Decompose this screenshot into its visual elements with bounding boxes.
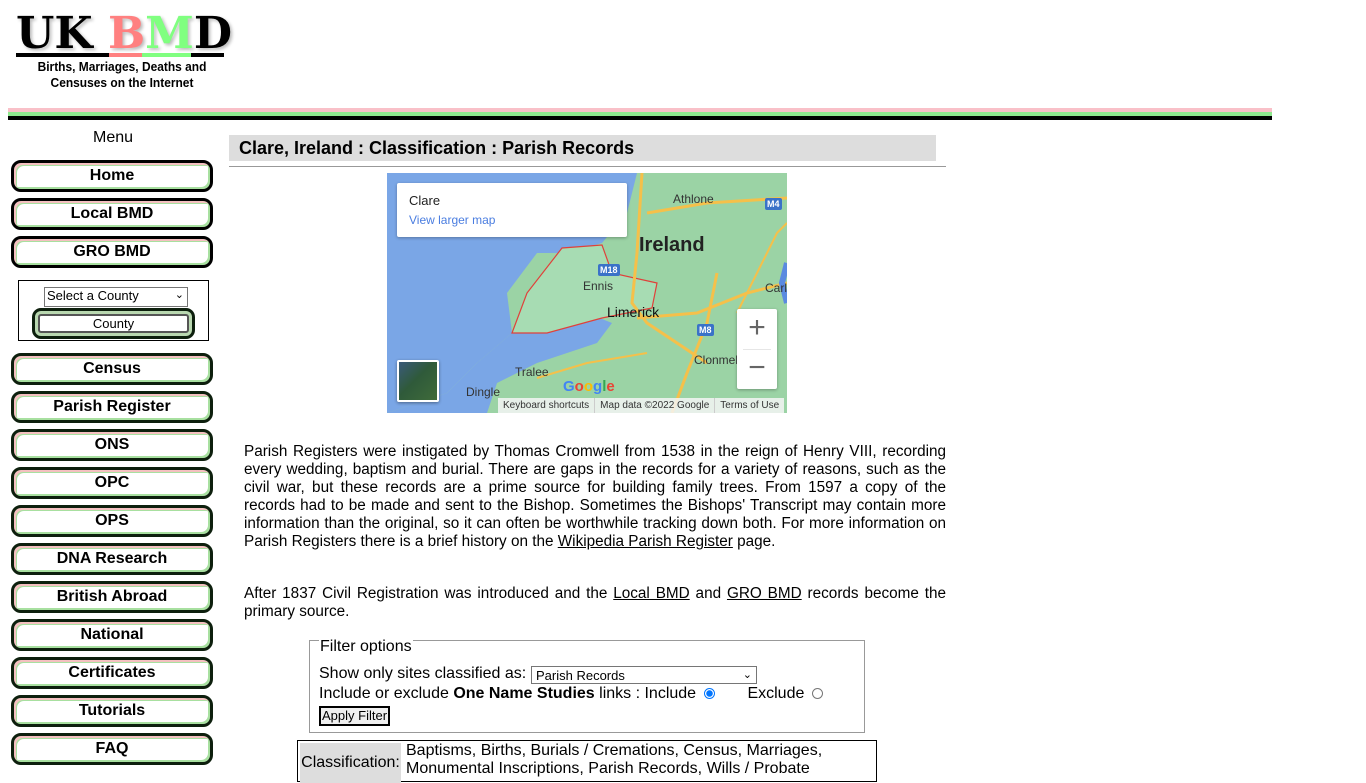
classification-value: Baptisms, Births, Burials / Cremations, … xyxy=(406,742,823,777)
nav-parish-register[interactable]: Parish Register xyxy=(11,391,213,423)
nav-home[interactable]: Home xyxy=(11,160,213,192)
logo-title: UK BMD xyxy=(16,8,233,59)
logo-subtitle: Births, Marriages, Deaths and Censuses o… xyxy=(37,59,207,90)
civil-registration-paragraph: After 1837 Civil Registration was introd… xyxy=(244,585,946,620)
zoom-in-button[interactable]: + xyxy=(737,309,777,349)
title-divider xyxy=(229,166,946,167)
map-road-m18: M18 xyxy=(598,264,620,276)
nav-national[interactable]: National xyxy=(11,619,213,651)
map-label-tralee: Tralee xyxy=(515,365,549,379)
keyboard-shortcuts-link[interactable]: Keyboard shortcuts xyxy=(498,398,594,413)
county-button-frame: County xyxy=(32,308,195,339)
map-label-dingle: Dingle xyxy=(466,385,501,399)
map-road-m4: M4 xyxy=(765,198,782,210)
nav-local-bmd[interactable]: Local BMD xyxy=(11,198,213,230)
map-label-limerick: Limerick xyxy=(607,304,660,320)
map-label-carl: Carl xyxy=(765,281,787,295)
view-larger-map-link[interactable]: View larger map xyxy=(409,213,495,227)
nav-dna-research[interactable]: DNA Research xyxy=(11,543,213,575)
map-label-ennis: Ennis xyxy=(583,279,614,293)
map-label-athlone: Athlone xyxy=(673,192,714,206)
nav-census[interactable]: Census xyxy=(11,353,213,385)
map-data-attribution: Map data ©2022 Google xyxy=(594,398,714,413)
nav-faq[interactable]: FAQ xyxy=(11,733,213,765)
classification-label: Classification: xyxy=(300,743,401,783)
map-place-name: Clare xyxy=(409,193,441,208)
map-info-card: Clare View larger map xyxy=(397,183,627,237)
wikipedia-parish-register-link[interactable]: Wikipedia Parish Register xyxy=(558,533,733,550)
embedded-map[interactable]: Ireland Athlone Ennis Limerick Tralee Di… xyxy=(387,173,787,413)
include-radio[interactable] xyxy=(703,688,715,699)
nav-tutorials[interactable]: Tutorials xyxy=(11,695,213,727)
classification-table: Classification: Baptisms, Births, Burial… xyxy=(297,740,877,783)
county-selector-box: Select a County ⌄ County xyxy=(18,280,209,341)
chevron-down-icon: ⌄ xyxy=(742,669,752,681)
nav-certificates[interactable]: Certificates xyxy=(11,657,213,689)
menu-heading: Menu xyxy=(92,129,134,146)
page-title: Clare, Ireland : Classification : Parish… xyxy=(229,135,936,161)
filter-legend: Filter options xyxy=(319,638,413,655)
nav-opc[interactable]: OPC xyxy=(11,467,213,499)
filter-options-fieldset: Filter options Show only sites classifie… xyxy=(309,638,865,733)
terms-of-use-link[interactable]: Terms of Use xyxy=(714,398,784,413)
zoom-out-button[interactable]: − xyxy=(737,349,777,389)
county-select[interactable]: Select a County ⌄ xyxy=(44,287,188,307)
county-button[interactable]: County xyxy=(38,314,189,333)
map-footer: Keyboard shortcuts Map data ©2022 Google… xyxy=(498,398,785,413)
one-name-studies-row: Include or exclude One Name Studies link… xyxy=(319,685,823,703)
google-logo: Google xyxy=(563,378,615,395)
map-zoom-controls: + − xyxy=(737,309,777,389)
map-label-clonmel: Clonmel xyxy=(694,353,739,367)
logo-rule xyxy=(16,53,224,57)
map-road-m8: M8 xyxy=(697,324,714,336)
nav-ons[interactable]: ONS xyxy=(11,429,213,461)
intro-paragraph: Parish Registers were instigated by Thom… xyxy=(244,443,946,550)
nav-gro-bmd[interactable]: GRO BMD xyxy=(11,236,213,268)
nav-ops[interactable]: OPS xyxy=(11,505,213,537)
classification-select[interactable]: Parish Records ⌄ xyxy=(531,666,757,684)
satellite-toggle-button[interactable] xyxy=(397,360,439,402)
site-logo[interactable]: UK BMD Births, Marriages, Deaths and Cen… xyxy=(14,8,233,94)
local-bmd-link[interactable]: Local BMD xyxy=(613,585,689,602)
apply-filter-button[interactable]: Apply Filter xyxy=(319,706,391,726)
nav-british-abroad[interactable]: British Abroad xyxy=(11,581,213,613)
classification-filter-label: Show only sites classified as: xyxy=(319,665,527,682)
gro-bmd-link[interactable]: GRO BMD xyxy=(727,585,802,602)
map-label-ireland: Ireland xyxy=(639,234,705,256)
header-stripe xyxy=(8,108,1272,120)
chevron-down-icon: ⌄ xyxy=(174,289,184,301)
exclude-radio[interactable] xyxy=(811,688,823,699)
